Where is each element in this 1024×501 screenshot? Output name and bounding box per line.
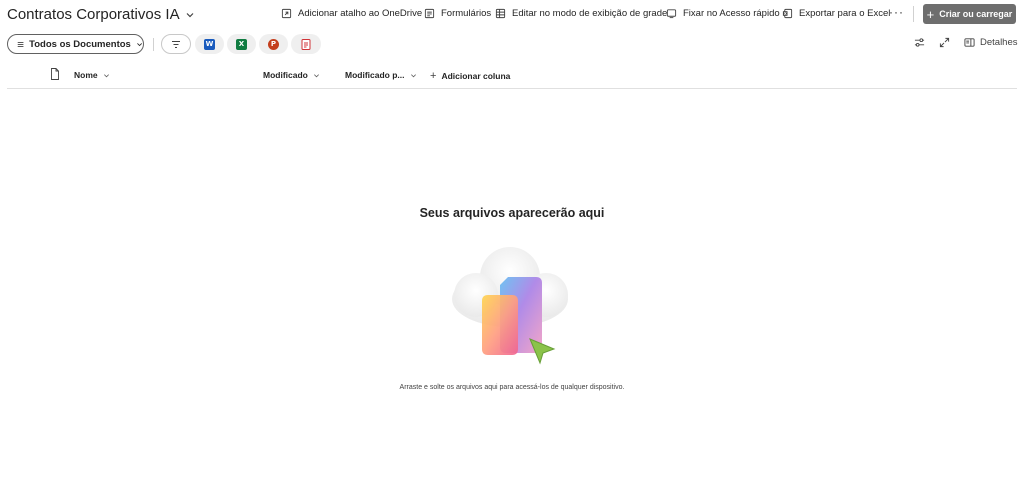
modified-column-label: Modificado (263, 70, 308, 80)
modified-by-column-header[interactable]: Modificado p... (345, 70, 417, 80)
pdf-icon (301, 38, 311, 50)
grid-edit-button[interactable]: Editar no modo de exibição de grade (495, 8, 667, 19)
add-shortcut-button[interactable]: Adicionar atalho ao OneDrive (281, 8, 422, 19)
view-selector-label: Todos os Documentos (29, 38, 131, 50)
cloud-document-illustration (452, 247, 568, 365)
pin-quick-access-button[interactable]: Fixar no Acesso rápido (666, 8, 780, 19)
details-button[interactable]: Detalhes (964, 37, 1018, 48)
filter-bar: Todos os Documentos W X P Detalhes (0, 33, 1024, 55)
plus-icon: + (430, 70, 437, 82)
pin-icon (666, 9, 677, 19)
chevron-down-icon (410, 73, 416, 77)
more-icon: ··· (889, 5, 904, 19)
add-shortcut-label: Adicionar atalho ao OneDrive (298, 8, 423, 19)
column-header-row: Nome Modificado Modificado p... + Adicio… (7, 67, 1017, 89)
create-upload-button[interactable]: + Criar ou carregar (923, 4, 1016, 24)
plus-icon: + (926, 6, 935, 22)
chevron-down-icon (103, 73, 109, 77)
word-icon: W (204, 38, 215, 50)
expand-icon (939, 37, 950, 48)
view-selector[interactable]: Todos os Documentos (7, 34, 144, 54)
export-excel-button[interactable]: Exportar para o Excel (782, 8, 890, 19)
excel-filter-chip[interactable]: X (227, 34, 256, 54)
customize-view-button[interactable] (914, 37, 925, 48)
powerpoint-icon: P (268, 38, 279, 50)
name-column-header[interactable]: Nome (74, 70, 110, 80)
library-title: Contratos Corporativos IA (7, 6, 180, 23)
grid-edit-label: Editar no modo de exibição de grade (512, 8, 668, 19)
command-divider (913, 6, 914, 22)
empty-state-title: Seus arquivos aparecerão aqui (419, 206, 605, 220)
file-type-column-header[interactable] (50, 68, 60, 80)
excel-icon: X (236, 38, 247, 50)
add-column-label: Adicionar coluna (441, 71, 511, 81)
details-label: Detalhes (980, 37, 1018, 48)
grid-icon (495, 8, 506, 19)
filter-chip[interactable] (161, 34, 191, 54)
shortcut-icon (281, 8, 292, 19)
filter-icon (172, 40, 180, 48)
create-upload-label: Criar ou carregar (939, 9, 1013, 19)
sliders-icon (914, 38, 925, 47)
file-icon (51, 68, 59, 80)
word-filter-chip[interactable]: W (195, 34, 224, 54)
list-icon (17, 41, 24, 47)
excel-export-icon (782, 8, 793, 19)
modified-column-header[interactable]: Modificado (263, 70, 320, 80)
forms-icon (424, 8, 435, 19)
chevron-down-icon (186, 12, 194, 17)
name-column-label: Nome (74, 70, 98, 80)
forms-button[interactable]: Formulários (424, 8, 491, 19)
command-bar: Contratos Corporativos IA Adicionar atal… (0, 0, 1024, 30)
add-column-button[interactable]: + Adicionar coluna (430, 70, 510, 82)
pdf-filter-chip[interactable] (291, 34, 321, 54)
details-pane-icon (964, 38, 975, 47)
powerpoint-filter-chip[interactable]: P (259, 34, 288, 54)
modified-by-column-label: Modificado p... (345, 70, 405, 80)
more-options-button[interactable]: ··· (889, 5, 904, 19)
forms-label: Formulários (441, 8, 492, 19)
export-excel-label: Exportar para o Excel (799, 8, 891, 19)
chevron-down-icon (313, 73, 319, 77)
library-title-dropdown[interactable]: Contratos Corporativos IA (7, 6, 195, 23)
pin-quick-access-label: Fixar no Acesso rápido (683, 8, 780, 19)
expand-button[interactable] (939, 37, 950, 48)
chevron-down-icon (136, 42, 142, 46)
empty-state-subtitle: Arraste e solte os arquivos aqui para ac… (399, 384, 625, 391)
filter-divider (153, 38, 154, 51)
